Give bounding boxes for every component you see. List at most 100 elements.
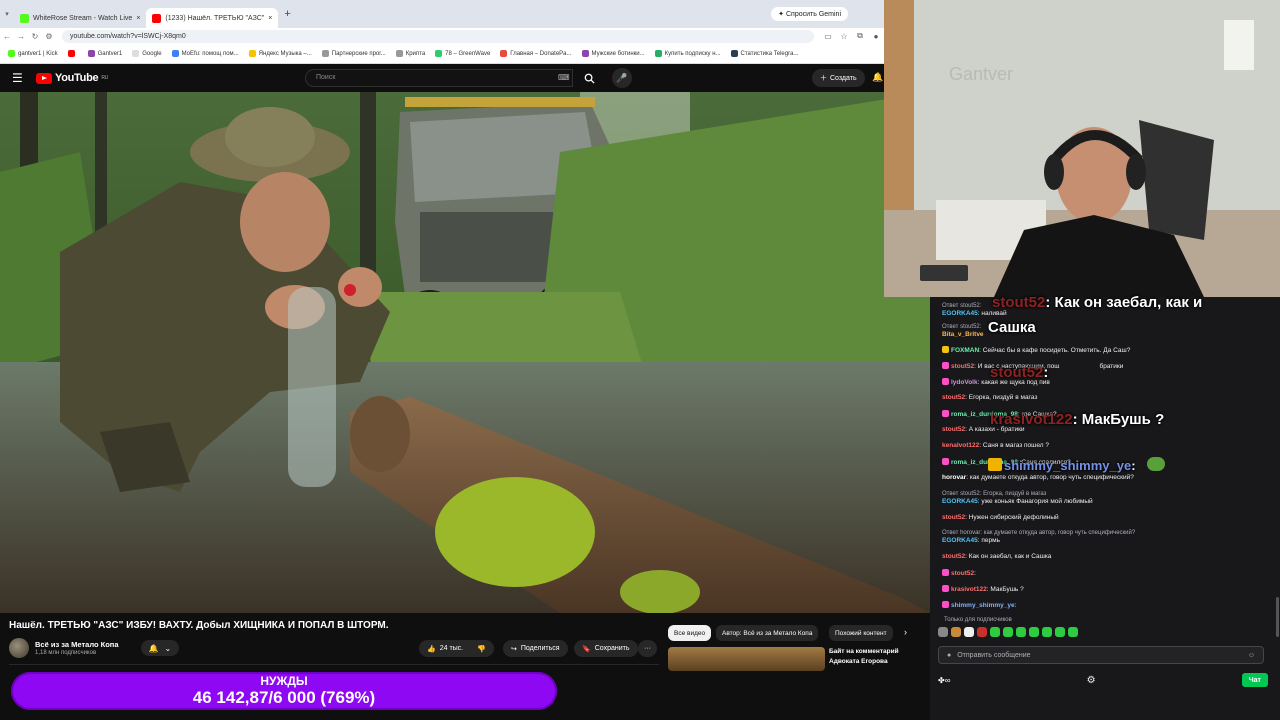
chat-username[interactable]: stout52 [951, 570, 974, 577]
emote-icon[interactable] [1029, 627, 1039, 637]
new-tab-button[interactable]: + [278, 8, 296, 20]
chat-username[interactable]: EGORKA45 [942, 498, 978, 505]
bookmark-item[interactable]: Gantver1 [87, 50, 122, 57]
chat-text: : Саня в магаз пошел ? [979, 442, 1049, 449]
forward-icon[interactable]: → [14, 32, 28, 41]
chat-username[interactable]: lydoVolk [951, 379, 978, 386]
mic-icon[interactable]: 🎤 [612, 68, 632, 88]
emote-icon[interactable] [990, 627, 1000, 637]
emote-icon[interactable] [1016, 627, 1026, 637]
chat-highlight-5: shimmy_shimmy_ye: [988, 457, 1167, 473]
share-button[interactable]: ↪ Поделиться [503, 640, 568, 657]
site-info-icon[interactable]: ⚙ [42, 32, 56, 41]
chat-badge-icon[interactable]: ● [947, 652, 951, 659]
emote-icon[interactable] [951, 627, 961, 637]
tab-search-icon[interactable]: ▾ [0, 10, 14, 18]
bookmark-item[interactable]: Купить подписку н... [654, 50, 721, 57]
browser-tab-bar: ▾ WhiteRose Stream - Watch Live × (1233)… [0, 0, 884, 28]
chat-message: kenalvot122: Саня в магаз пошел ? [942, 442, 1049, 449]
gear-icon[interactable]: ⚙ [1087, 675, 1096, 686]
chat-username[interactable]: stout52 [942, 394, 965, 401]
subscribed-button[interactable]: 🔔 ⌄ [140, 640, 180, 656]
create-button[interactable]: ＋ Создать [812, 69, 865, 87]
bookmark-item[interactable]: gantver1 | Kick [8, 50, 58, 57]
chat-username[interactable]: horovar [942, 474, 966, 481]
save-button[interactable]: 🔖 Сохранить [574, 640, 638, 657]
bookmark-favicon-icon [500, 50, 508, 57]
gemini-button[interactable]: ✦ Спросить Gemini [771, 7, 848, 21]
share-icon: ↪ [511, 645, 517, 653]
chat-username[interactable]: krasivot122 [951, 586, 987, 593]
emote-icon[interactable] [1068, 627, 1078, 637]
chip-author[interactable]: Автор: Всё из за Метало Копа [716, 625, 819, 641]
video-player[interactable] [0, 92, 930, 613]
bookmark-item[interactable]: Крипта [395, 50, 425, 57]
tab-youtube[interactable]: (1233) Нашёл. ТРЕТЬЮ "АЗС" × [146, 8, 279, 28]
extensions-icon[interactable]: ⧉ [852, 31, 868, 41]
menu-icon[interactable]: ☰ [12, 71, 26, 85]
chat-input[interactable]: ● Отправить сообщение ☺ [938, 646, 1264, 664]
bookmark-item[interactable]: MoEfu: помощ пом... [171, 50, 239, 57]
close-icon[interactable]: × [268, 15, 272, 22]
like-button[interactable]: 👍 24 тыс. 👎 [419, 640, 494, 657]
bookmark-star-icon[interactable]: ☆ [836, 32, 852, 41]
bookmark-item[interactable]: Статистика Telegra... [730, 50, 798, 57]
channel-avatar[interactable] [9, 638, 29, 658]
channel-name[interactable]: Всё из за Метало Копа [35, 640, 119, 649]
chat-username[interactable]: stout52 [951, 363, 974, 370]
bookmark-item[interactable]: Мужские ботинки... [581, 50, 645, 57]
bookmark-item[interactable] [67, 50, 78, 57]
chat-username[interactable]: stout52 [942, 553, 965, 560]
reload-icon[interactable]: ↻ [28, 32, 42, 41]
emoji-icon[interactable]: ☺ [1248, 652, 1255, 659]
back-icon[interactable]: ← [0, 32, 14, 41]
close-icon[interactable]: × [136, 15, 140, 22]
chip-all-videos[interactable]: Все видео [668, 625, 712, 641]
chat-username[interactable]: Bita_v_Britve [942, 331, 984, 338]
reply-context: Ответ horovar: как думаете откуда автор,… [942, 530, 1136, 536]
chat-message: EGORKA45: уже коньяк Фанагория мой любим… [942, 498, 1093, 505]
bookmark-item[interactable]: Яндекс Музыка –... [248, 50, 312, 57]
cast-icon[interactable]: ▭ [820, 32, 836, 41]
emote-icon[interactable] [1042, 627, 1052, 637]
chat-username[interactable]: stout52 [942, 426, 965, 433]
chat-username[interactable]: kenalvot122 [942, 442, 979, 449]
chat-message: shimmy_shimmy_ye: [942, 601, 1016, 609]
bookmark-item[interactable]: Партнерские прог... [321, 50, 386, 57]
related-video-title[interactable]: Байт на комментарий Адвоката Егорова [829, 647, 925, 667]
tab-whiterose[interactable]: WhiteRose Stream - Watch Live × [14, 8, 146, 28]
emote-icon[interactable] [977, 627, 987, 637]
url-field[interactable]: youtube.com/watch?v=lSWCj-X8qm0 [62, 29, 814, 43]
chat-username[interactable]: shimmy_shimmy_ye [951, 602, 1015, 609]
bookmark-item[interactable]: Главная – DonatePa... [500, 50, 572, 57]
thumb-down-icon[interactable]: 👎 [477, 645, 486, 653]
bell-icon[interactable]: 🔔 [872, 72, 883, 83]
chat-username[interactable]: stout52 [942, 514, 965, 521]
chat-send-button[interactable]: Чат [1241, 673, 1268, 687]
chat-username[interactable]: EGORKA45 [942, 310, 978, 317]
emote-icon[interactable] [1003, 627, 1013, 637]
related-video-thumbnail[interactable] [668, 647, 825, 671]
bookmark-item[interactable]: Google [132, 50, 162, 57]
chat-scrollbar[interactable] [1276, 597, 1279, 637]
emote-icon[interactable] [1055, 627, 1065, 637]
chat-reply-line: Ответ stout52: [942, 302, 981, 309]
youtube-logo[interactable]: YouTube RU [36, 72, 108, 84]
emote-icon[interactable] [964, 627, 974, 637]
bookmark-item[interactable]: 78 – GreenWave [435, 50, 490, 57]
chat-message: FOXMAN: Сейчас бы в кафе посидеть. Отмет… [942, 346, 1130, 354]
bookmark-favicon-icon [435, 50, 443, 57]
chat-username[interactable]: FOXMAN [951, 347, 979, 354]
keyboard-icon[interactable]: ⌨ [558, 73, 570, 82]
emote-icon[interactable] [938, 627, 948, 637]
search-input[interactable]: Поиск [305, 69, 573, 87]
chat-text: : [1014, 602, 1017, 609]
chip-similar[interactable]: Похожий контент [829, 625, 893, 641]
points-icon[interactable]: ✤∞ [938, 676, 950, 685]
profile-icon[interactable]: ● [868, 32, 884, 41]
chevron-right-icon[interactable]: › [904, 627, 907, 637]
chat-username[interactable]: EGORKA45 [942, 537, 978, 544]
search-button[interactable] [578, 68, 600, 88]
more-actions-button[interactable]: ··· [638, 640, 657, 657]
share-label: Поделиться [520, 645, 560, 652]
